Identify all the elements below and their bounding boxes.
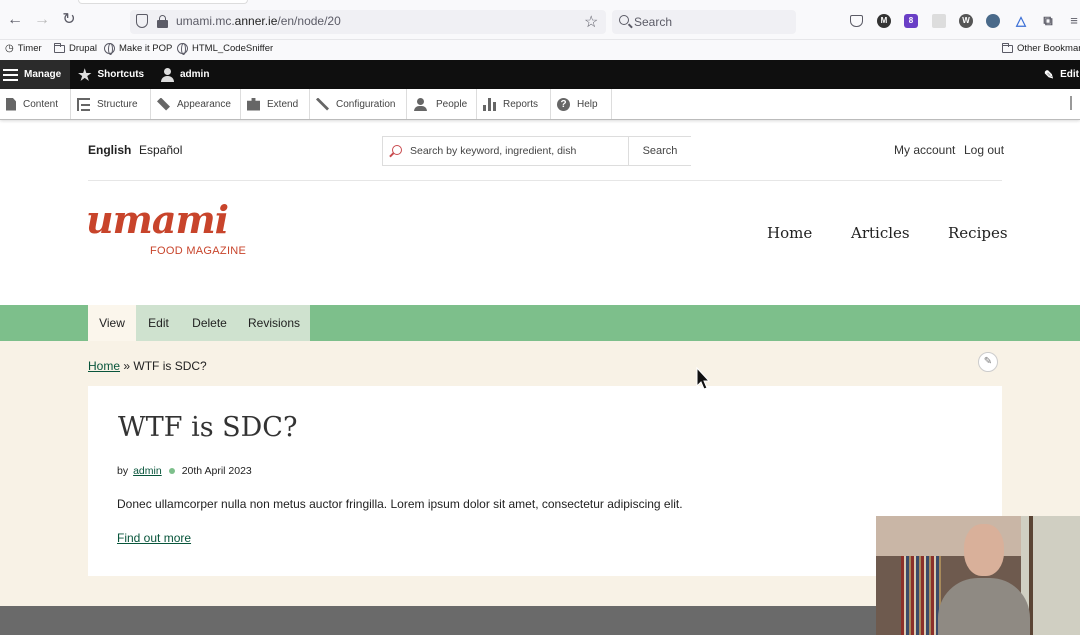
log-out-link[interactable]: Log out <box>964 143 1004 157</box>
webcam-overlay <box>876 516 1080 635</box>
structure-icon <box>77 97 90 111</box>
triangle-extension-icon[interactable]: △ <box>1014 14 1028 28</box>
breadcrumb: Home » WTF is SDC? <box>88 359 207 373</box>
extension-badge-icon[interactable]: 8 <box>904 14 918 28</box>
people-icon <box>413 97 429 111</box>
language-espanol[interactable]: Español <box>139 143 182 157</box>
reload-icon[interactable]: ↻ <box>60 11 78 29</box>
lock-icon[interactable] <box>157 15 168 28</box>
back-arrow-icon[interactable]: ← <box>6 11 24 29</box>
bookmark-html-codesniffer[interactable]: HTML_CodeSniffer <box>177 43 273 55</box>
tray-orientation-toggle[interactable] <box>1070 96 1072 110</box>
active-tab[interactable] <box>78 0 248 4</box>
extensions-puzzle-icon[interactable]: ⧉ <box>1041 14 1055 28</box>
other-bookmarks[interactable]: Other Bookmarks <box>1002 42 1080 54</box>
author-link[interactable]: admin <box>133 465 162 477</box>
site-search-input[interactable]: Search by keyword, ingredient, dish <box>410 145 576 157</box>
browser-toolbar: ← → ↻ umami.mc.anner.ie/en/node/20 ☆ Sea… <box>0 0 1080 40</box>
hamburger-icon <box>3 68 18 81</box>
nav-articles[interactable]: Articles <box>851 224 910 242</box>
pocket-icon[interactable] <box>850 15 863 27</box>
globe-icon <box>104 43 115 55</box>
toolbar-user[interactable]: admin <box>161 60 209 89</box>
pencil-icon: ✎ <box>983 356 993 367</box>
search-icon <box>619 15 629 25</box>
search-icon <box>392 145 402 155</box>
tab-edit[interactable]: Edit <box>136 305 181 341</box>
bookmarks-bar: ◷ Timer Drupal Make it POP HTML_CodeSniff… <box>0 40 1080 60</box>
tray-reports[interactable]: Reports <box>477 89 551 119</box>
tray-help[interactable]: ? Help <box>551 89 612 119</box>
wordpress-icon[interactable]: W <box>959 14 973 28</box>
tray-extend[interactable]: Extend <box>241 89 310 119</box>
article-title: WTF is SDC? <box>118 412 298 443</box>
m-extension-icon[interactable]: M <box>877 14 891 28</box>
wrench-icon <box>316 97 329 111</box>
breadcrumb-current: WTF is SDC? <box>133 359 207 373</box>
site-search-form: Search by keyword, ingredient, dish Sear… <box>382 136 691 166</box>
user-icon <box>161 67 174 82</box>
webcam-person-body <box>938 578 1030 635</box>
nav-home[interactable]: Home <box>767 224 812 242</box>
document-icon <box>6 97 16 111</box>
folder-icon <box>54 42 65 53</box>
timer-icon: ◷ <box>5 43 14 54</box>
paintbrush-icon <box>157 97 170 111</box>
bookmark-timer[interactable]: ◷ Timer <box>5 43 42 54</box>
bookmark-drupal[interactable]: Drupal <box>54 42 97 54</box>
mouse-cursor-icon <box>696 367 710 390</box>
tray-people[interactable]: People <box>407 89 477 119</box>
star-icon: ★ <box>78 66 92 84</box>
article-byline: by admin 20th April 2023 <box>117 465 252 477</box>
contextual-edit-button[interactable]: ✎ <box>978 352 998 372</box>
separator-dot <box>168 468 175 474</box>
blank-extension-icon[interactable] <box>932 14 946 28</box>
browser-search-input[interactable]: Search <box>612 10 796 34</box>
tab-delete[interactable]: Delete <box>181 305 238 341</box>
article-date: 20th April 2023 <box>181 465 252 477</box>
help-icon: ? <box>557 97 570 111</box>
breadcrumb-home-link[interactable]: Home <box>88 359 120 373</box>
url-text[interactable]: umami.mc.anner.ie/en/node/20 <box>176 14 341 28</box>
globe-icon <box>177 43 188 55</box>
accessibility-icon[interactable] <box>986 14 1000 28</box>
logo-tagline: FOOD MAGAZINE <box>150 245 247 257</box>
local-tasks-bar: View Edit Delete Revisions <box>0 305 1080 341</box>
folder-icon <box>1002 42 1013 53</box>
tray-configuration[interactable]: Configuration <box>310 89 407 119</box>
header-divider <box>88 180 1002 181</box>
admin-toolbar: Manage ★ Shortcuts admin ✎ Edit <box>0 60 1080 89</box>
find-out-more-link[interactable]: Find out more <box>117 531 191 545</box>
language-english[interactable]: English <box>88 143 131 157</box>
pencil-icon: ✎ <box>1044 67 1055 82</box>
webcam-bookshelf <box>901 556 941 635</box>
webcam-person-head <box>964 524 1004 576</box>
article-summary: Donec ullamcorper nulla non metus auctor… <box>117 497 683 511</box>
logo-wordmark: umami <box>86 197 229 242</box>
forward-arrow-icon[interactable]: → <box>33 11 51 29</box>
tab-view[interactable]: View <box>88 305 136 341</box>
nav-recipes[interactable]: Recipes <box>948 224 1008 242</box>
tray-content[interactable]: Content <box>0 89 71 119</box>
bookmark-make-it-pop[interactable]: Make it POP <box>104 43 172 55</box>
toolbar-shortcuts[interactable]: ★ Shortcuts <box>78 60 144 89</box>
site-search-button[interactable]: Search <box>628 137 691 165</box>
bookmark-star-icon[interactable]: ☆ <box>584 12 598 32</box>
puzzle-icon <box>247 97 260 111</box>
bar-chart-icon <box>483 97 496 111</box>
my-account-link[interactable]: My account <box>894 143 955 157</box>
admin-toolbar-tray: Content Structure Appearance Extend Conf… <box>0 89 1080 120</box>
tray-appearance[interactable]: Appearance <box>151 89 241 119</box>
address-bar[interactable]: umami.mc.anner.ie/en/node/20 ☆ <box>130 10 606 34</box>
menu-icon[interactable]: ≡ <box>1067 14 1080 28</box>
shield-icon[interactable] <box>136 14 148 28</box>
toolbar-manage[interactable]: Manage <box>0 60 70 89</box>
toolbar-edit[interactable]: ✎ Edit <box>1044 60 1079 89</box>
tray-structure[interactable]: Structure <box>71 89 151 119</box>
tab-revisions[interactable]: Revisions <box>238 305 310 341</box>
